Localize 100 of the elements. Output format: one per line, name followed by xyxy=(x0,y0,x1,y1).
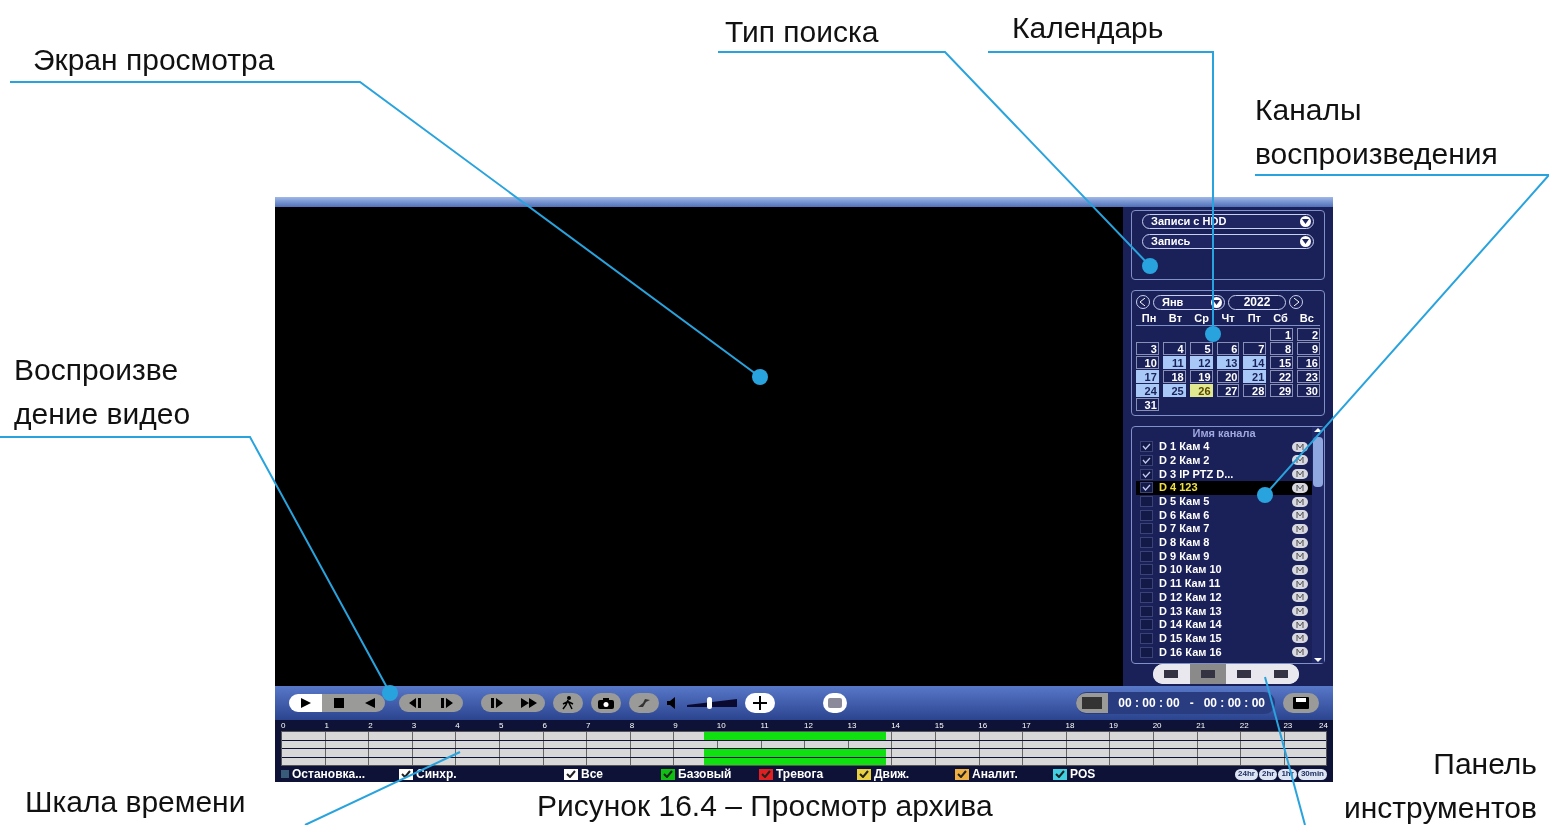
calendar-day[interactable]: 3 xyxy=(1136,341,1159,355)
slow-play-button[interactable] xyxy=(481,694,513,713)
calendar-day[interactable]: 2 xyxy=(1297,327,1320,341)
panel-tab[interactable] xyxy=(1226,664,1263,685)
channel-row[interactable]: D 8 Кам 8 xyxy=(1136,535,1312,550)
legend-checkbox[interactable] xyxy=(1053,768,1067,780)
channel-mode-icon[interactable] xyxy=(1292,578,1308,589)
channel-row[interactable]: D 14 Кам 14 xyxy=(1136,617,1312,632)
calendar-day[interactable]: 14 xyxy=(1243,355,1267,369)
channel-mode-icon[interactable] xyxy=(1292,647,1308,658)
zoom-scale-button[interactable]: 30min xyxy=(1297,768,1327,780)
channel-row[interactable]: D 10 Кам 10 xyxy=(1136,563,1312,577)
calendar-day[interactable]: 26 xyxy=(1189,383,1213,397)
calendar-day[interactable]: 29 xyxy=(1270,383,1294,397)
calendar-day[interactable]: 5 xyxy=(1189,341,1213,355)
walking-person-button[interactable] xyxy=(553,693,583,714)
checkbox[interactable] xyxy=(1140,537,1153,549)
checkbox[interactable] xyxy=(1140,441,1153,453)
reverse-play-button[interactable] xyxy=(355,694,385,713)
channel-row[interactable]: D 11 Кам 11 xyxy=(1136,576,1312,591)
channel-row[interactable]: D 13 Кам 13 xyxy=(1136,604,1312,618)
month-select[interactable]: Янв xyxy=(1153,294,1225,310)
previous-frame-button[interactable] xyxy=(399,694,431,713)
legend-checkbox[interactable] xyxy=(661,768,675,780)
zoom-button[interactable] xyxy=(745,693,775,714)
calendar-day[interactable]: 21 xyxy=(1243,369,1267,383)
calendar-day[interactable]: 15 xyxy=(1270,355,1294,369)
checkbox[interactable] xyxy=(1140,550,1153,562)
calendar-day[interactable]: 9 xyxy=(1297,341,1320,355)
time-range-field[interactable]: 00 : 00 : 00 - 00 : 00 : 00 xyxy=(1076,692,1275,715)
clip-button[interactable] xyxy=(629,693,659,714)
calendar-day[interactable]: 8 xyxy=(1270,341,1294,355)
scroll-down-icon[interactable] xyxy=(1314,656,1322,663)
next-frame-button[interactable] xyxy=(431,694,463,713)
calendar-day[interactable]: 7 xyxy=(1243,341,1267,355)
channel-mode-icon[interactable] xyxy=(1292,619,1308,630)
channel-row[interactable]: D 4 123 xyxy=(1136,481,1312,495)
checkbox[interactable] xyxy=(1140,468,1153,480)
channel-row[interactable]: D 1 Кам 4 xyxy=(1136,439,1312,454)
calendar-day[interactable]: 10 xyxy=(1136,355,1159,369)
calendar-day[interactable]: 16 xyxy=(1297,355,1320,369)
play-button[interactable] xyxy=(289,694,322,713)
channel-mode-icon[interactable] xyxy=(1292,551,1308,562)
channel-row[interactable]: D 16 Кам 16 xyxy=(1136,645,1312,659)
scrollbar[interactable] xyxy=(1312,426,1324,663)
calendar-day[interactable]: 31 xyxy=(1136,397,1159,411)
checkbox[interactable] xyxy=(1140,509,1153,521)
channel-row[interactable]: D 9 Кам 9 xyxy=(1136,549,1312,564)
calendar-day[interactable]: 22 xyxy=(1270,369,1294,383)
calendar-day[interactable]: 30 xyxy=(1297,383,1320,397)
channel-mode-icon[interactable] xyxy=(1292,537,1308,548)
stop-button[interactable] xyxy=(322,694,355,713)
volume-slider[interactable] xyxy=(687,699,737,708)
zoom-scale-button[interactable]: 2hr xyxy=(1258,768,1278,780)
calendar-day[interactable]: 27 xyxy=(1216,383,1240,397)
channel-mode-icon[interactable] xyxy=(1292,441,1308,452)
channel-row[interactable]: D 2 Кам 2 xyxy=(1136,453,1312,468)
scroll-thumb[interactable] xyxy=(1313,436,1323,487)
checkbox[interactable] xyxy=(1140,619,1153,631)
calendar-day[interactable]: 1 xyxy=(1270,327,1294,341)
checkbox[interactable] xyxy=(1140,523,1153,535)
legend-checkbox[interactable] xyxy=(759,768,773,780)
checkbox[interactable] xyxy=(1140,496,1153,507)
channel-row[interactable]: D 12 Кам 12 xyxy=(1136,590,1312,605)
save-button[interactable] xyxy=(1283,693,1319,714)
checkbox[interactable] xyxy=(1140,646,1153,658)
channel-mode-icon[interactable] xyxy=(1292,496,1308,507)
channel-row[interactable]: D 7 Кам 7 xyxy=(1136,522,1312,536)
calendar-day[interactable]: 20 xyxy=(1216,369,1240,383)
panel-tab[interactable] xyxy=(1153,664,1190,685)
calendar-day[interactable]: 23 xyxy=(1297,369,1320,383)
channel-mode-icon[interactable] xyxy=(1292,592,1308,603)
checkbox[interactable] xyxy=(1140,605,1153,617)
channel-row[interactable]: D 3 IP PTZ D... xyxy=(1136,467,1312,481)
calendar-day[interactable]: 11 xyxy=(1162,355,1186,369)
calendar-day[interactable]: 17 xyxy=(1136,369,1159,383)
checkbox[interactable] xyxy=(1140,564,1153,576)
snapshot-button[interactable] xyxy=(591,693,621,714)
channel-mode-icon[interactable] xyxy=(1292,564,1308,575)
checkbox[interactable] xyxy=(1140,591,1153,603)
checkbox[interactable] xyxy=(1140,454,1153,466)
calendar-day[interactable]: 6 xyxy=(1216,341,1240,355)
scroll-up-icon[interactable] xyxy=(1314,426,1322,433)
legend-checkbox[interactable] xyxy=(955,768,969,780)
channel-mode-icon[interactable] xyxy=(1292,633,1308,644)
pos-button[interactable] xyxy=(823,693,847,714)
channel-mode-icon[interactable] xyxy=(1292,469,1308,480)
calendar-day[interactable]: 24 xyxy=(1136,383,1159,397)
calendar-day[interactable]: 25 xyxy=(1162,383,1186,397)
channel-mode-icon[interactable] xyxy=(1292,606,1308,616)
channel-mode-icon[interactable] xyxy=(1292,455,1308,466)
zoom-scale-button[interactable]: 24hr xyxy=(1235,768,1258,780)
calendar-day[interactable]: 19 xyxy=(1189,369,1213,383)
channel-row[interactable]: D 15 Кам 15 xyxy=(1136,631,1312,646)
checkbox[interactable] xyxy=(1140,632,1153,644)
panel-tab[interactable] xyxy=(1189,664,1226,685)
calendar-day[interactable]: 13 xyxy=(1216,355,1240,369)
channel-mode-icon[interactable] xyxy=(1292,523,1308,534)
clip-clock-icon[interactable] xyxy=(1076,693,1109,714)
calendar-day[interactable]: 4 xyxy=(1162,341,1186,355)
